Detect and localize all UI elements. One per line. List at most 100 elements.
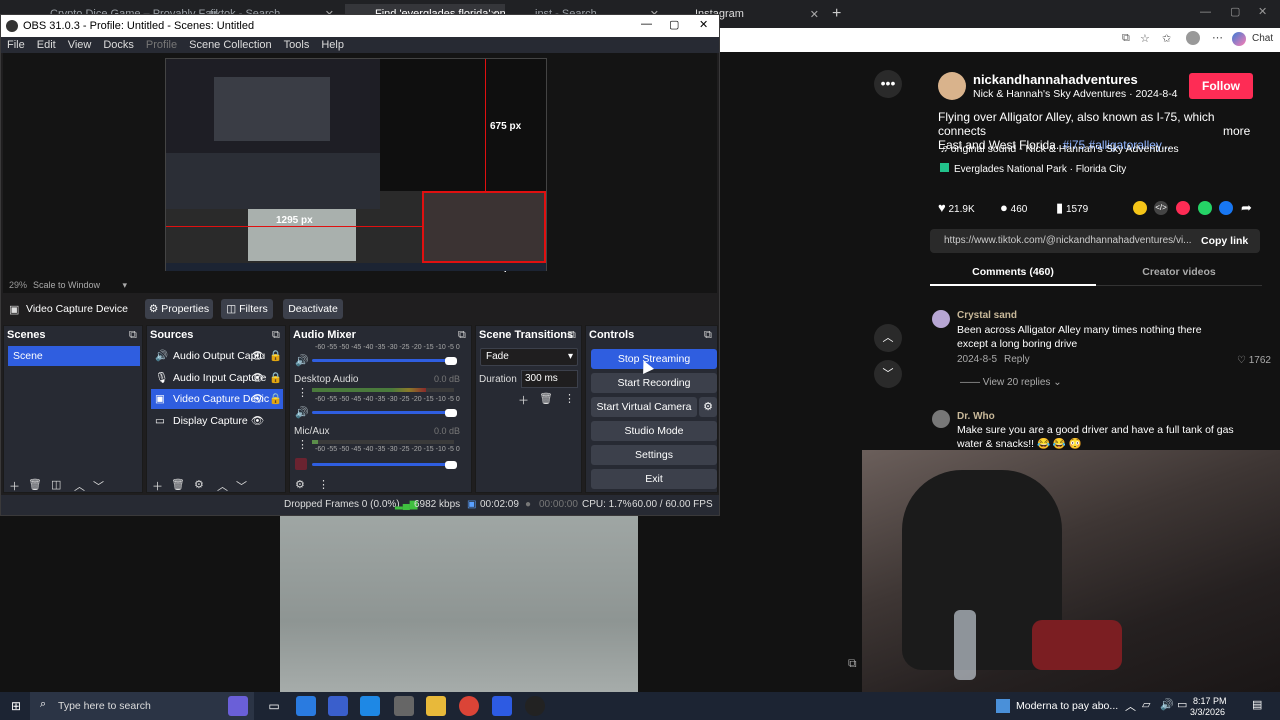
- like-action[interactable]: ♥ 21.9K: [938, 200, 975, 215]
- stop-streaming-button[interactable]: Stop Streaming: [591, 349, 717, 369]
- transition-select[interactable]: Fade ▾: [480, 348, 578, 366]
- menu-file[interactable]: File: [1, 37, 31, 53]
- trash-icon[interactable]: 🗑: [28, 478, 42, 491]
- start-virtual-camera-button[interactable]: Start Virtual Camera: [591, 397, 697, 417]
- obs-taskbar-icon[interactable]: [525, 696, 545, 716]
- more-options-icon[interactable]: •••: [874, 70, 902, 98]
- news-headline[interactable]: Moderna to pay abo...: [1016, 700, 1118, 712]
- mail-icon[interactable]: [360, 696, 380, 716]
- avatar[interactable]: [938, 72, 966, 100]
- advanced-audio-icon[interactable]: ⚙: [295, 478, 305, 491]
- slider-knob[interactable]: [445, 357, 457, 365]
- arrow-down-icon[interactable]: ﹀: [236, 478, 247, 494]
- save-action[interactable]: ▮ 1579: [1056, 200, 1088, 216]
- scene-item[interactable]: Scene: [8, 346, 140, 366]
- close-icon[interactable]: ✕: [810, 8, 819, 21]
- deactivate-button[interactable]: Deactivate: [283, 299, 343, 319]
- comment-like[interactable]: ♡ 1762: [1237, 355, 1271, 366]
- comment-user[interactable]: Crystal sand: [957, 310, 1017, 321]
- menu-help[interactable]: Help: [315, 37, 350, 53]
- volume-slider[interactable]: [312, 463, 454, 466]
- kebab-icon[interactable]: ⋮: [318, 478, 329, 491]
- follow-button[interactable]: Follow: [1189, 73, 1253, 99]
- arrow-up-icon[interactable]: ︿: [217, 478, 228, 494]
- maximize-icon[interactable]: ▢: [1230, 5, 1240, 18]
- trash-icon[interactable]: 🗑: [171, 478, 185, 491]
- chrome-icon[interactable]: [459, 696, 479, 716]
- windows-start-icon[interactable]: ⊞: [6, 696, 26, 716]
- eye-icon[interactable]: 👁: [251, 346, 264, 366]
- whatsapp-icon[interactable]: [1198, 201, 1212, 215]
- close-icon[interactable]: ✕: [699, 18, 708, 31]
- menu-scene-collection[interactable]: Scene Collection: [183, 37, 278, 53]
- avatar[interactable]: [932, 310, 950, 328]
- avatar[interactable]: [932, 410, 950, 428]
- network-icon[interactable]: ▱: [1142, 698, 1150, 711]
- minimize-icon[interactable]: —: [641, 18, 652, 30]
- volume-slider[interactable]: [312, 411, 454, 414]
- maximize-icon[interactable]: ▢: [669, 18, 679, 31]
- undock-icon[interactable]: ⧉: [129, 329, 137, 342]
- news-icon[interactable]: [996, 699, 1010, 713]
- muted-speaker-icon[interactable]: [295, 458, 307, 470]
- sound-row[interactable]: ♫ original sound - Nick & Hannah's Sky A…: [940, 143, 1179, 155]
- coin-icon[interactable]: [1133, 201, 1147, 215]
- kebab-icon[interactable]: ⋮: [297, 438, 308, 451]
- volume-icon[interactable]: 🔊: [1160, 698, 1174, 711]
- gear-icon[interactable]: ⚙: [699, 397, 717, 417]
- menu-view[interactable]: View: [62, 37, 98, 53]
- chevron-down-icon[interactable]: ﹀: [874, 360, 902, 388]
- close-icon[interactable]: ✕: [1258, 5, 1267, 18]
- chat-button[interactable]: Chat: [1252, 33, 1273, 44]
- comment-action[interactable]: ● 460: [1000, 200, 1027, 215]
- app-icon[interactable]: [492, 696, 512, 716]
- trash-icon[interactable]: 🗑: [539, 392, 553, 405]
- undock-icon[interactable]: ⧉: [568, 329, 576, 342]
- speaker-icon[interactable]: 🔊: [295, 354, 309, 367]
- undock-icon[interactable]: ⧉: [458, 329, 466, 342]
- menu-tools[interactable]: Tools: [278, 37, 316, 53]
- menu-dots-icon[interactable]: ⋯: [1212, 31, 1223, 44]
- location-row[interactable]: Everglades National Park · Florida City: [940, 163, 1126, 175]
- source-item[interactable]: 🎙 Audio Input Capture 👁 🔒: [151, 368, 283, 388]
- volume-slider[interactable]: [312, 359, 454, 362]
- properties-button[interactable]: ⚙ Properties: [145, 299, 213, 319]
- reply-link[interactable]: Reply: [1004, 354, 1030, 365]
- share-icon[interactable]: ➦: [1241, 200, 1252, 216]
- view-replies[interactable]: —— View 20 replies ⌄: [960, 377, 1062, 388]
- chevron-up-icon[interactable]: ︿: [1125, 698, 1136, 714]
- avatar[interactable]: [1186, 31, 1200, 45]
- exit-button[interactable]: Exit: [591, 469, 717, 489]
- embed-icon[interactable]: </>: [1154, 201, 1168, 215]
- eye-icon[interactable]: 👁: [251, 389, 264, 409]
- battery-icon[interactable]: ▭: [1177, 698, 1187, 711]
- add-icon[interactable]: ＋: [518, 392, 529, 408]
- filter-icon[interactable]: ◫: [51, 478, 61, 491]
- eye-icon[interactable]: 👁: [251, 368, 264, 388]
- facebook-icon[interactable]: [1219, 201, 1233, 215]
- filters-button[interactable]: ◫ Filters: [221, 299, 273, 319]
- menu-docks[interactable]: Docks: [97, 37, 140, 53]
- selected-source-box[interactable]: [422, 191, 546, 263]
- undock-icon[interactable]: ⧉: [272, 329, 280, 342]
- new-tab-button[interactable]: +: [832, 5, 841, 23]
- notifications-icon[interactable]: ▤: [1252, 698, 1262, 711]
- duration-stepper[interactable]: 300 ms: [521, 370, 578, 388]
- start-recording-button[interactable]: Start Recording: [591, 373, 717, 393]
- add-icon[interactable]: ＋: [152, 478, 163, 494]
- menu-profile[interactable]: Profile: [140, 37, 183, 53]
- add-icon[interactable]: ＋: [9, 478, 20, 494]
- source-item[interactable]: 🔊 Audio Output Captu 👁 🔒: [151, 346, 283, 366]
- more-link[interactable]: more: [1223, 124, 1250, 138]
- source-item[interactable]: ▭ Display Capture 👁: [151, 411, 283, 431]
- tab-creator-videos[interactable]: Creator videos: [1096, 260, 1262, 286]
- lock-icon[interactable]: 🔒: [269, 368, 282, 388]
- lock-icon[interactable]: 🔒: [269, 389, 282, 409]
- source-item-selected[interactable]: ▣ Video Capture Devic 👁 🔒: [151, 389, 283, 409]
- chevron-up-icon[interactable]: ︿: [874, 324, 902, 352]
- speaker-icon[interactable]: 🔊: [295, 406, 309, 419]
- file-explorer-icon[interactable]: [426, 696, 446, 716]
- arrow-down-icon[interactable]: ﹀: [93, 478, 104, 494]
- app-icon[interactable]: [394, 696, 414, 716]
- send-icon[interactable]: [1176, 201, 1190, 215]
